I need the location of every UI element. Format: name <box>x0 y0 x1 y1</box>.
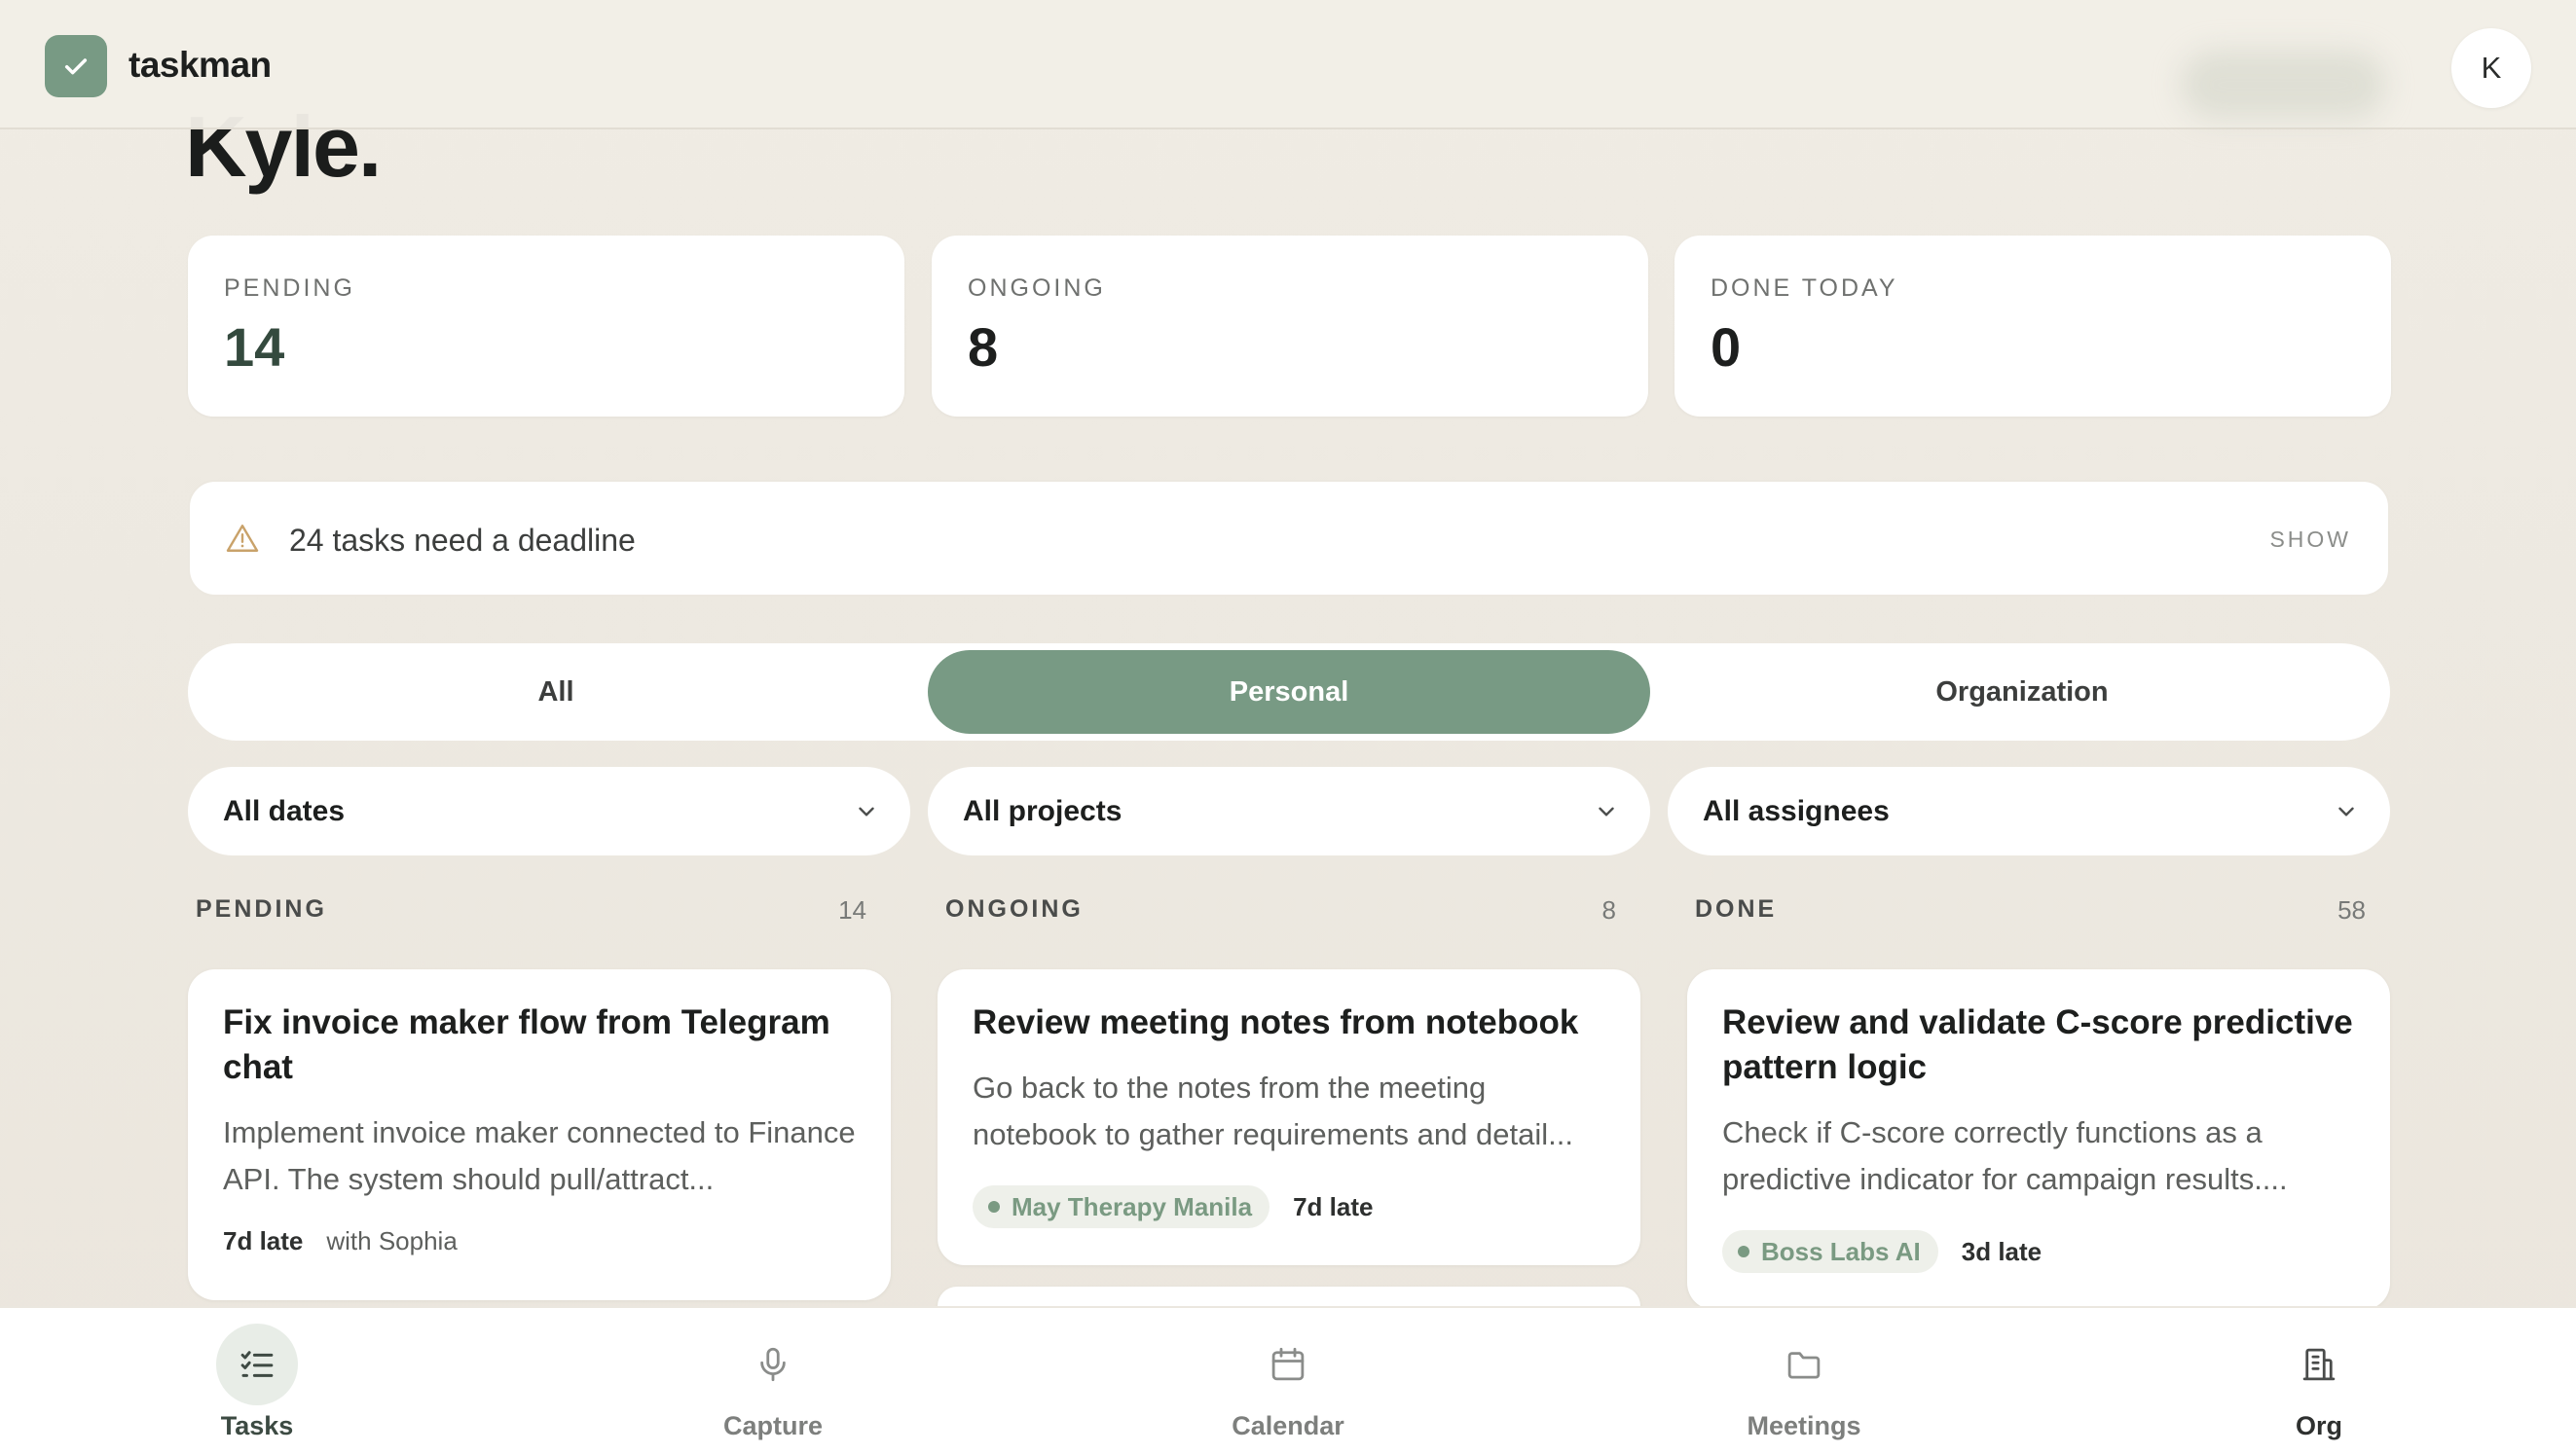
check-icon <box>64 58 88 75</box>
task-title: Review and validate C-score predictive p… <box>1722 1003 2353 1086</box>
projects-filter-label: All projects <box>963 795 1122 827</box>
nav-capture[interactable]: Capture <box>627 1308 919 1454</box>
nav-label: Org <box>2295 1411 2342 1440</box>
nav-icon-container <box>2278 1324 2360 1405</box>
chevron-down-icon <box>2338 807 2354 817</box>
tab-organization[interactable]: Organization <box>1661 650 2383 734</box>
nav-label: Calendar <box>1232 1411 1344 1440</box>
chevron-down-icon <box>1599 807 1614 817</box>
stat-value: 0 <box>1711 316 1742 378</box>
calendar-icon <box>1271 1347 1305 1381</box>
task-card[interactable]: Review and validate C-score predictive p… <box>1687 969 2390 1310</box>
project-tag-label: May Therapy Manila <box>1012 1191 1253 1221</box>
nav-calendar[interactable]: Calendar <box>1142 1308 1434 1454</box>
task-meta: Boss Labs AI 3d late <box>1722 1230 2042 1273</box>
nav-label: Tasks <box>220 1411 294 1440</box>
task-description: Implement invoice maker connected to Fin… <box>223 1115 856 1196</box>
stat-card-done-today: DONE TODAY 0 <box>1674 236 2391 417</box>
nav-label: Capture <box>722 1411 823 1440</box>
stat-card-ongoing: ONGOING 8 <box>932 236 1648 417</box>
project-tag[interactable]: May Therapy Manila <box>973 1185 1270 1228</box>
tab-personal[interactable]: Personal <box>928 650 1650 734</box>
task-title: Fix invoice maker flow from Telegram cha… <box>223 1003 830 1086</box>
tasks-list-icon <box>240 1351 274 1377</box>
tag-dot-icon <box>988 1201 1000 1213</box>
dates-filter[interactable]: All dates <box>188 767 910 855</box>
stat-card-pending: PENDING 14 <box>188 236 904 417</box>
warning-triangle-icon <box>226 525 259 552</box>
app-logo[interactable] <box>45 35 107 97</box>
task-description: Go back to the notes from the meeting no… <box>973 1071 1573 1151</box>
project-tag-label: Boss Labs AI <box>1761 1236 1921 1266</box>
column-count: 8 <box>1601 895 1616 925</box>
bottom-nav: Tasks Capture Calendar Meetings Org <box>0 1306 2576 1454</box>
task-card[interactable]: Review meeting notes from notebook Go ba… <box>938 969 1640 1265</box>
column-title: DONE <box>1695 895 1778 923</box>
late-badge: 3d late <box>1961 1236 2042 1266</box>
nav-icon-container <box>1247 1324 1329 1405</box>
nav-icon-container <box>1763 1324 1845 1405</box>
chevron-down-icon <box>859 807 874 817</box>
blurred-element <box>2181 51 2385 119</box>
nav-org[interactable]: Org <box>2173 1308 2465 1454</box>
app-name: taskman <box>129 45 272 85</box>
deadline-banner: 24 tasks need a deadline SHOW <box>188 480 2390 597</box>
late-badge: 7d late <box>1293 1191 1374 1221</box>
assignees-filter-label: All assignees <box>1703 795 1890 827</box>
folder-icon <box>1787 1352 1821 1379</box>
column-header-ongoing: ONGOING 8 <box>938 895 1624 934</box>
show-button[interactable]: SHOW <box>2269 527 2351 553</box>
deadline-banner-text: 24 tasks need a deadline <box>289 523 636 558</box>
stat-label: DONE TODAY <box>1711 274 1898 302</box>
nav-icon-container <box>216 1324 298 1405</box>
task-title: Review meeting notes from notebook <box>973 1003 1579 1041</box>
dates-filter-label: All dates <box>223 795 346 827</box>
project-tag[interactable]: Boss Labs AI <box>1722 1230 1938 1273</box>
task-card[interactable]: Fix invoice maker flow from Telegram cha… <box>188 969 891 1300</box>
tab-all[interactable]: All <box>195 650 917 734</box>
late-badge: 7d late <box>223 1226 304 1255</box>
column-title: ONGOING <box>945 895 1084 923</box>
task-meta: 7d late with Sophia <box>223 1226 458 1256</box>
scope-tabs: All Personal Organization <box>188 643 2390 741</box>
assignee-text: with Sophia <box>326 1226 458 1255</box>
assignees-filter[interactable]: All assignees <box>1668 767 2390 855</box>
stat-label: ONGOING <box>968 274 1106 302</box>
avatar[interactable]: K <box>2451 28 2531 108</box>
projects-filter[interactable]: All projects <box>928 767 1650 855</box>
nav-icon-container <box>732 1324 814 1405</box>
nav-tasks[interactable]: Tasks <box>111 1308 403 1454</box>
column-header-pending: PENDING 14 <box>188 895 874 934</box>
building-icon <box>2302 1348 2336 1381</box>
column-title: PENDING <box>196 895 327 923</box>
nav-label: Meetings <box>1747 1411 1861 1440</box>
stat-value: 14 <box>224 316 285 378</box>
top-bar: taskman K <box>0 0 2576 129</box>
column-count: 58 <box>2337 895 2366 925</box>
tag-dot-icon <box>1738 1246 1749 1257</box>
column-count: 14 <box>838 895 866 925</box>
stat-value: 8 <box>968 316 999 378</box>
column-header-done: DONE 58 <box>1687 895 2374 934</box>
task-description: Check if C-score correctly functions as … <box>1722 1115 2288 1196</box>
microphone-icon <box>760 1347 786 1382</box>
stat-label: PENDING <box>224 274 355 302</box>
task-meta: May Therapy Manila 7d late <box>973 1185 1373 1228</box>
nav-meetings[interactable]: Meetings <box>1658 1308 1950 1454</box>
